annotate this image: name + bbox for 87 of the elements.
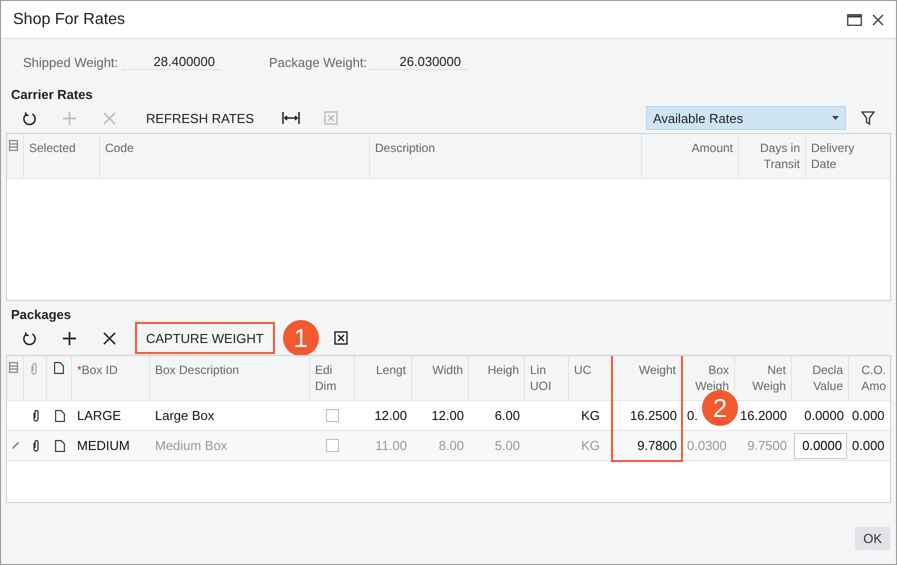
cell-text: 0.0300 <box>687 438 727 453</box>
column-header: Amo <box>861 378 886 394</box>
excel-icon <box>334 331 348 345</box>
column-header: Weight <box>638 362 676 378</box>
checkbox[interactable] <box>326 439 339 452</box>
column-header: Date <box>811 156 836 172</box>
field-label: Shipped Weight: <box>23 54 120 70</box>
ok-button[interactable]: OK <box>855 527 890 550</box>
paperclip-icon <box>32 409 40 422</box>
callout-badge: 1 <box>282 320 319 356</box>
cell-text: 11.00 <box>375 438 407 453</box>
cell-text: 0.000 <box>852 408 885 423</box>
column-header: Delivery <box>811 140 854 156</box>
cell-text: MEDIUM <box>77 438 130 453</box>
cell-text: 5.00 <box>494 438 520 453</box>
column-header: C.O. <box>861 362 886 378</box>
column-header: Heigh <box>488 362 519 378</box>
cell-text: 12.00 <box>374 408 407 423</box>
value-input[interactable]: 0.0000 <box>794 432 847 458</box>
column-header: Net <box>767 362 786 378</box>
document-icon <box>54 410 64 422</box>
cell-text: KG <box>581 408 600 423</box>
window-title: Shop For Rates <box>13 10 126 28</box>
paperclip-icon <box>32 439 40 452</box>
column-header: Selected <box>29 140 76 156</box>
excel-icon <box>324 111 338 125</box>
column-header: Lengt <box>376 362 406 378</box>
column-header: Days in <box>760 140 800 156</box>
field-value: 28.400000 <box>123 54 221 70</box>
close-icon <box>872 14 884 26</box>
column-header: Box ID <box>82 362 118 378</box>
field-label: Package Weight: <box>269 54 368 70</box>
column-header: Weigh <box>752 378 786 394</box>
cell-text: KG <box>581 438 600 453</box>
column-header: UC <box>574 362 592 378</box>
close-icon <box>102 332 116 344</box>
section-title: Packages <box>10 306 72 323</box>
column-header: Decla <box>812 362 843 378</box>
column-header: Edi <box>315 362 332 378</box>
column-header: Lin <box>530 362 546 378</box>
text-button[interactable]: CAPTURE WEIGHT <box>135 322 275 354</box>
filter-icon <box>861 111 875 125</box>
cell-text: 6.00 <box>494 408 520 423</box>
cell-text: 0.000 <box>852 438 885 453</box>
column-header: Width <box>432 362 463 378</box>
column-header: Value <box>813 378 843 394</box>
rates-dropdown[interactable]: Available Rates <box>646 106 846 130</box>
cell-text: 0. <box>687 408 698 423</box>
plus-icon <box>62 110 76 126</box>
column-header: Dim <box>315 378 336 394</box>
document-icon <box>54 440 64 452</box>
cell-text: 0.0000 <box>804 408 844 423</box>
maximize-button[interactable] <box>847 14 862 26</box>
column-header: Code <box>105 140 134 156</box>
close-icon <box>102 112 116 124</box>
cell-text: 8.00 <box>438 438 464 453</box>
field-value: 26.030000 <box>369 54 467 70</box>
pencil-icon <box>12 442 19 449</box>
cell-text: 12.00 <box>431 408 464 423</box>
column-header: Transit <box>764 156 800 172</box>
refresh-icon <box>22 330 36 346</box>
cell-text: LARGE <box>77 408 122 423</box>
cell-text: 16.2000 <box>740 408 787 423</box>
maximize-icon <box>847 14 862 26</box>
cell-text: Large Box <box>155 408 214 423</box>
caret-icon <box>832 116 839 120</box>
paperclip-icon <box>30 362 38 375</box>
checkbox[interactable] <box>326 409 339 422</box>
column-header: Description <box>375 140 436 156</box>
plus-icon <box>62 330 76 346</box>
refresh-icon <box>22 110 36 126</box>
column-header: Amount <box>692 140 733 156</box>
fit-width-icon <box>282 111 300 125</box>
required-asterisk: * <box>77 362 82 378</box>
close-button[interactable] <box>872 14 884 26</box>
cell-text: Medium Box <box>155 438 228 453</box>
cell-text: 16.2500 <box>630 408 677 423</box>
column-header: Box Description <box>155 362 240 378</box>
column-header: UOI <box>530 378 552 394</box>
text-button[interactable]: REFRESH RATES <box>135 102 266 134</box>
column-config-icon[interactable] <box>9 140 18 151</box>
section-title: Carrier Rates <box>10 86 94 103</box>
cell-text: 9.7500 <box>747 438 787 453</box>
document-icon <box>54 362 64 374</box>
column-header: Box <box>708 362 729 378</box>
column-config-icon[interactable] <box>9 362 18 373</box>
cell-text: 9.7800 <box>637 438 677 453</box>
